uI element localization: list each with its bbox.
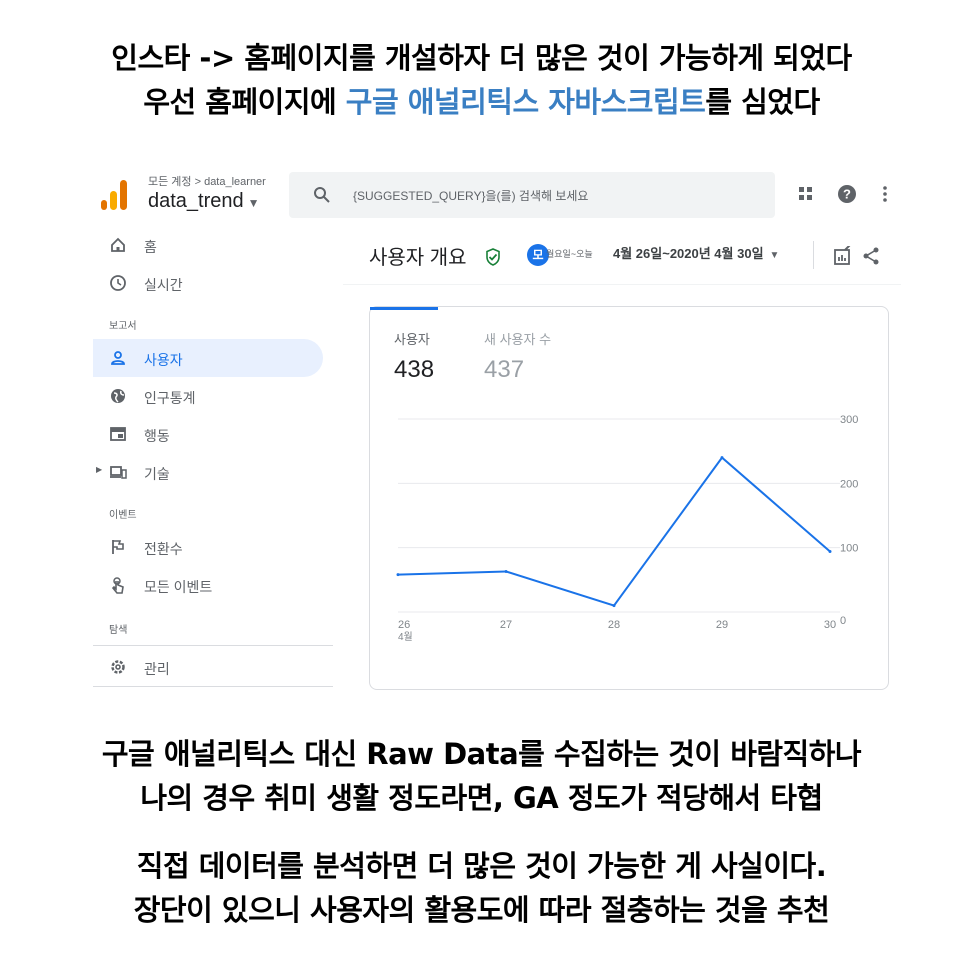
sidebar-item-label: 인구통계 <box>144 390 196 406</box>
touch-icon <box>111 577 124 594</box>
sidebar-item-users[interactable]: 사용자 <box>93 339 323 377</box>
header-divider <box>343 284 901 285</box>
metric-value: 438 <box>394 356 435 383</box>
top-caption-line-2: 우선 홈페이지에 구글 애널리틱스 자바스크립트를 심었다 <box>0 80 963 124</box>
y-tick-label: 300 <box>840 414 858 426</box>
date-range-selector[interactable]: 4월 26일~2020년 4월 30일 ▼ <box>613 243 779 262</box>
sidebar-item-technology[interactable]: 기술 <box>93 453 323 491</box>
y-tick-label: 200 <box>840 478 858 490</box>
x-tick-sublabel: 4월 <box>398 631 413 643</box>
sidebar-item-conversions[interactable]: 전환수 <box>93 528 323 566</box>
sidebar-section-reports: 보고서 <box>109 321 137 332</box>
svg-text:?: ? <box>843 187 851 202</box>
sidebar-divider <box>93 686 333 687</box>
sidebar-item-all-events[interactable]: 모든 이벤트 <box>93 566 323 604</box>
globe-icon <box>111 389 125 403</box>
sidebar-item-label: 사용자 <box>144 352 183 368</box>
apps-icon[interactable] <box>796 184 816 204</box>
sidebar-section-explore: 탐색 <box>109 625 128 636</box>
caption-text: 우선 홈페이지에 <box>143 85 346 119</box>
x-tick-label: 30 <box>824 619 836 631</box>
date-range-text: 4월 26일~2020년 4월 30일 <box>613 246 764 261</box>
sidebar-item-label: 실시간 <box>144 277 183 293</box>
property-name: data_trend <box>148 190 244 212</box>
sidebar-item-label: 홈 <box>144 239 157 255</box>
page-title: 사용자 개요 <box>369 247 467 269</box>
series-line <box>397 456 831 607</box>
sidebar-item-realtime[interactable]: 실시간 <box>93 264 323 302</box>
data-point <box>396 573 400 577</box>
caption-highlight: 구글 애널리틱스 자바스크립트 <box>345 85 706 119</box>
sidebar: 홈 실시간 보고서 사용자 인구통계 행동 ▶ 기술 이벤트 전환수 모든 이벤… <box>93 224 333 701</box>
home-icon <box>111 237 125 252</box>
metric-label: 사용자 <box>394 332 430 347</box>
date-compare-label: 월요일~오늘 <box>546 249 593 259</box>
sidebar-item-demographics[interactable]: 인구통계 <box>93 377 323 415</box>
x-tick-label: 27 <box>500 619 512 631</box>
sidebar-item-home[interactable]: 홈 <box>93 226 323 264</box>
account-breadcrumb[interactable]: 모든 계정 > data_learner <box>148 173 266 189</box>
sidebar-item-label: 관리 <box>144 661 170 677</box>
analytics-logo-icon <box>101 180 127 210</box>
main-content: 사용자 개요 모 월요일~오늘 4월 26일~2020년 4월 30일 ▼ 사용자… <box>343 224 901 701</box>
middle-caption-line-2: 나의 경우 취미 생활 정도라면, GA 정도가 적당해서 타협 <box>140 781 823 815</box>
sidebar-item-label: 행동 <box>144 428 170 444</box>
data-point <box>828 550 832 554</box>
data-point <box>612 604 616 608</box>
y-tick-label: 0 <box>840 615 846 627</box>
help-icon[interactable]: ? <box>837 184 857 204</box>
search-icon <box>314 187 330 203</box>
edit-report-icon[interactable] <box>833 246 853 266</box>
share-icon[interactable] <box>861 246 881 266</box>
bottom-caption-line-1: 직접 데이터를 분석하면 더 많은 것이 가능한 게 사실이다. <box>136 849 827 883</box>
middle-caption: 구글 애널리틱스 대신 Raw Data를 수집하는 것이 바람직하나 나의 경… <box>0 732 963 820</box>
metric-label: 새 사용자 수 <box>484 332 552 347</box>
clock-icon <box>110 275 126 291</box>
y-tick-label: 100 <box>840 543 858 555</box>
bottom-caption: 직접 데이터를 분석하면 더 많은 것이 가능한 게 사실이다. 장단이 있으니… <box>0 844 963 932</box>
top-caption: 인스타 -> 홈페이지를 개설하자 더 많은 것이 가능하게 되었다 우선 홈페… <box>0 36 963 124</box>
bottom-caption-line-2: 장단이 있으니 사용자의 활용도에 따라 절충하는 것을 추천 <box>133 893 830 927</box>
more-vert-icon[interactable] <box>875 184 895 204</box>
gear-icon <box>111 660 125 674</box>
sidebar-item-label: 기술 <box>144 466 170 482</box>
metric-value: 437 <box>484 356 525 383</box>
overview-card: 사용자 438 새 사용자 수 437 0 100 200 300 26 27 28 29 30… <box>369 306 889 690</box>
x-tick-label: 29 <box>716 619 728 631</box>
metric-new-users[interactable]: 새 사용자 수 437 <box>484 329 551 384</box>
sidebar-item-admin[interactable]: 관리 <box>93 648 323 686</box>
search-bar[interactable]: {SUGGESTED_QUERY}을(를) 검색해 보세요 <box>289 172 775 218</box>
data-point <box>720 456 724 460</box>
property-selector[interactable]: data_trend ▼ <box>148 190 260 213</box>
active-metric-indicator <box>370 307 438 310</box>
analytics-screenshot: 모든 계정 > data_learner data_trend ▼ {SUGGES… <box>93 160 901 701</box>
metric-users[interactable]: 사용자 438 <box>394 329 434 384</box>
x-tick-label: 26 <box>398 619 410 631</box>
behavior-icon <box>110 427 126 441</box>
toolbar-divider <box>813 241 814 269</box>
sidebar-divider <box>93 645 333 646</box>
person-icon <box>111 351 125 365</box>
data-point <box>504 569 508 573</box>
middle-caption-line-1: 구글 애널리틱스 대신 Raw Data를 수집하는 것이 바람직하나 <box>101 737 862 771</box>
chevron-down-icon: ▼ <box>247 196 260 210</box>
sidebar-section-events: 이벤트 <box>109 510 137 521</box>
app-header: 모든 계정 > data_learner data_trend ▼ {SUGGES… <box>93 160 901 224</box>
sidebar-item-label: 모든 이벤트 <box>144 579 213 595</box>
verified-check-icon <box>486 248 500 266</box>
sidebar-item-label: 전환수 <box>144 541 183 557</box>
chevron-down-icon: ▼ <box>769 250 780 261</box>
users-line-chart: 0 100 200 300 26 27 28 29 30 4월 <box>396 414 858 643</box>
top-caption-line-1: 인스타 -> 홈페이지를 개설하자 더 많은 것이 가능하게 되었다 <box>111 41 852 75</box>
caption-text: 를 심었다 <box>705 85 820 119</box>
x-tick-label: 28 <box>608 619 620 631</box>
sidebar-item-behavior[interactable]: 행동 <box>93 415 323 453</box>
search-placeholder: {SUGGESTED_QUERY}을(를) 검색해 보세요 <box>353 189 589 203</box>
devices-icon <box>110 466 127 479</box>
flag-icon <box>112 540 124 554</box>
